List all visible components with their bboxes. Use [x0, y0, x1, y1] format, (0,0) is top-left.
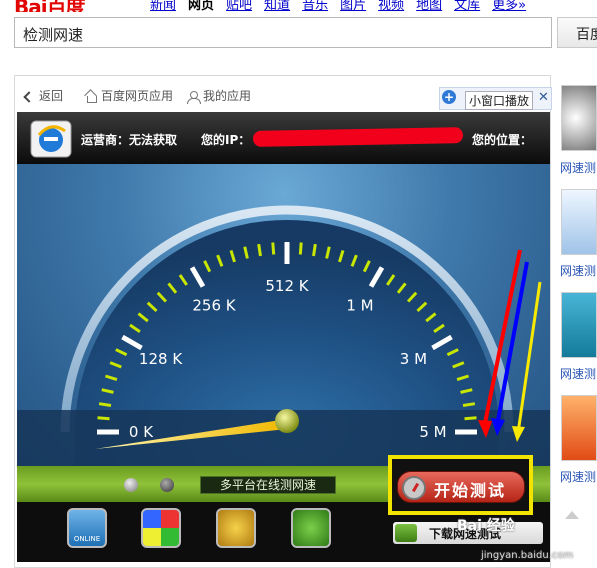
gauge-tick-label: 1 M — [346, 297, 373, 315]
back-button[interactable]: 返回 — [23, 87, 64, 104]
related-app-caption[interactable]: 网速测 — [560, 262, 596, 279]
back-arrow-icon — [23, 90, 35, 103]
gauge-minor-tick — [257, 243, 262, 257]
start-test-highlight: 开始测试 — [388, 455, 533, 515]
connection-info-bar: 运营商：无法获取 您的IP： 您的位置： — [17, 112, 550, 164]
add-icon[interactable]: + — [442, 90, 456, 104]
nav-link-zhidao[interactable]: 知道 — [264, 0, 290, 12]
scroll-up-icon[interactable] — [565, 511, 579, 519]
related-app-thumb[interactable] — [561, 189, 597, 255]
baidu-logo[interactable]: Bai百度 — [14, 0, 86, 12]
cartoon-game-app-icon[interactable] — [216, 508, 256, 548]
app-toolbar: 返回 百度网页应用 我的应用 + 小窗口播放 ✕ — [15, 76, 552, 112]
start-test-label: 开始测试 — [434, 481, 507, 500]
gauge-tick-label: 256 K — [192, 297, 236, 315]
watermark-logo: Bai 经验 — [457, 518, 515, 534]
baidu-apps-link[interactable]: 百度网页应用 — [85, 87, 173, 104]
nav-link-more[interactable]: 更多» — [492, 0, 526, 12]
operator-label: 运营商：无法获取 — [81, 133, 178, 147]
speed-gauge: 0 K 128 K 256 K 512 K 1 M 3 M 5 M — [17, 205, 550, 466]
translate-app-icon[interactable]: ONLINE — [67, 508, 107, 548]
gauge-minor-tick — [98, 402, 112, 407]
gauge-minor-tick — [464, 416, 477, 421]
gauge-minor-tick — [271, 242, 276, 255]
related-app-caption[interactable]: 网速测 — [560, 468, 596, 485]
related-app-thumb[interactable] — [561, 85, 597, 151]
multi-platform-label[interactable]: 多平台在线测网速 — [200, 476, 336, 494]
screenshot-root: Bai百度 新闻网页贴吧知道音乐图片视频地图文库更多» 检测网速 百度 返回 百… — [0, 0, 597, 568]
location-label: 您的位置： — [472, 133, 533, 147]
watermark-url: jingyan.baidu.com — [481, 550, 574, 561]
related-app-thumb[interactable] — [561, 292, 597, 358]
search-button[interactable]: 百度 — [557, 17, 597, 48]
nav-link-wenku[interactable]: 文库 — [454, 0, 480, 12]
start-test-button[interactable]: 开始测试 — [397, 471, 525, 503]
nav-link-web[interactable]: 网页 — [188, 0, 214, 12]
related-app-caption[interactable]: 网速测 — [560, 159, 596, 176]
nav-link-map[interactable]: 地图 — [416, 0, 442, 12]
gauge-minor-tick — [97, 416, 110, 421]
page-dot[interactable] — [124, 478, 138, 492]
rubik-cube-app-icon[interactable] — [141, 508, 181, 548]
nav-link-images[interactable]: 图片 — [340, 0, 366, 12]
speedometer-icon — [402, 476, 426, 500]
nav-link-music[interactable]: 音乐 — [302, 0, 328, 12]
speedtest-stage: 0 K 128 K 256 K 512 K 1 M 3 M 5 M 运营商：无法获取 您的I… — [17, 112, 550, 562]
search-input[interactable]: 检测网速 — [14, 17, 552, 48]
gauge-tick-label: 128 K — [139, 350, 183, 368]
user-icon — [187, 90, 201, 104]
gauge-tick-label: 5 M — [419, 423, 446, 441]
gauge-minor-tick — [462, 402, 476, 407]
my-apps-link[interactable]: 我的应用 — [187, 87, 251, 104]
nav-link-video[interactable]: 视频 — [378, 0, 404, 12]
mini-window-button[interactable]: 小窗口播放 — [465, 91, 534, 110]
home-icon — [85, 91, 97, 103]
nav-links: 新闻 网页 贴吧 知道 音乐 图片 视频 地图 文库 更多» — [150, 0, 538, 12]
nav-link-news[interactable]: 新闻 — [150, 0, 176, 12]
nav-link-tieba[interactable]: 贴吧 — [226, 0, 252, 12]
baidu-top-nav: Bai百度 新闻 网页 贴吧 知道 音乐 图片 视频 地图 文库 更多» — [0, 0, 597, 12]
ip-label: 您的IP： — [201, 133, 251, 147]
download-icon — [395, 524, 417, 542]
speedtest-app-frame: 返回 百度网页应用 我的应用 + 小窗口播放 ✕ 0 K 128 K 256 K… — [14, 75, 552, 568]
green-monster-app-icon[interactable] — [291, 508, 331, 548]
baidu-apps-label: 百度网页应用 — [101, 89, 174, 103]
gauge-minor-tick — [312, 243, 317, 257]
related-app-caption[interactable]: 网速测 — [560, 365, 596, 382]
mini-window-control: + 小窗口播放 ✕ — [439, 87, 552, 110]
related-app-thumb[interactable] — [561, 395, 597, 461]
redacted-ip — [252, 127, 464, 147]
my-apps-label: 我的应用 — [203, 89, 252, 103]
page-dot[interactable] — [160, 478, 174, 492]
related-apps-sidebar: 网速测 网速测 网速测 网速测 — [559, 75, 597, 568]
back-label: 返回 — [39, 89, 64, 103]
ie-logo-icon — [30, 120, 72, 158]
gauge-tick-label: 0 K — [129, 423, 154, 441]
gauge-minor-tick — [298, 242, 303, 255]
gauge-tick-label: 3 M — [400, 350, 427, 368]
gauge-tick-label: 512 K — [265, 277, 309, 295]
close-icon[interactable]: ✕ — [538, 90, 549, 105]
